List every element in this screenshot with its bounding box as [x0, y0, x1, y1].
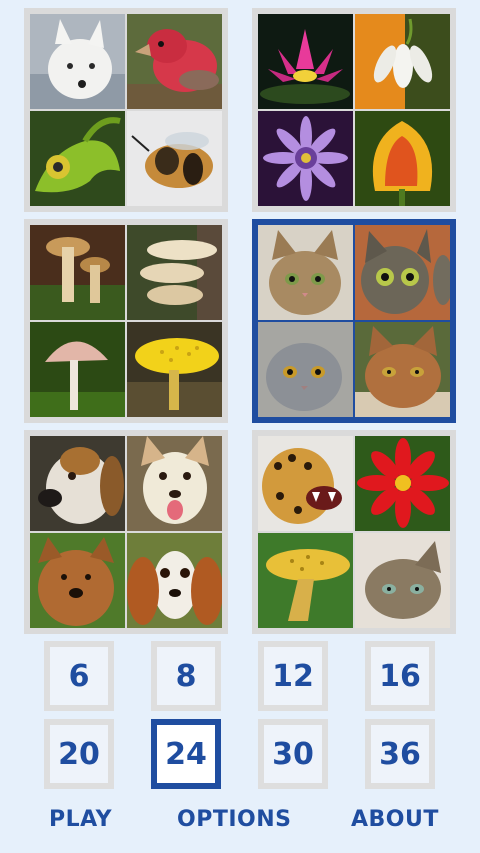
bee-photo [127, 111, 222, 206]
jaguar-photo [258, 436, 353, 531]
snowdrop-photo [355, 14, 450, 109]
play-link[interactable]: PLAY [49, 807, 112, 832]
card-count-16-button[interactable]: 16 [365, 641, 435, 711]
yellow-mushroom-photo [127, 322, 222, 417]
gray-cat-photo [258, 322, 353, 417]
terrier-photo [30, 533, 125, 628]
ginger-cat-photo [355, 322, 450, 417]
tabby-cat-photo [355, 533, 450, 628]
water-lily-photo [258, 14, 353, 109]
arctic-fox-photo [30, 14, 125, 109]
image-set-dogs[interactable] [24, 430, 228, 634]
brown-mushrooms-photo [30, 225, 125, 320]
image-set-flowers[interactable] [252, 8, 456, 212]
red-dahlia-photo [355, 436, 450, 531]
options-link[interactable]: OPTIONS [177, 807, 291, 832]
white-dog-photo [127, 436, 222, 531]
about-link[interactable]: ABOUT [351, 807, 439, 832]
pink-mushroom-photo [30, 322, 125, 417]
card-count-30-button[interactable]: 30 [258, 719, 328, 789]
yellow-mushroom-photo [258, 533, 353, 628]
card-count-8-button[interactable]: 8 [151, 641, 221, 711]
image-set-mixed[interactable] [252, 430, 456, 634]
tabby-kitten-photo [258, 225, 353, 320]
daisy-photo [258, 111, 353, 206]
oyster-mushroom-photo [127, 225, 222, 320]
card-count-24-button[interactable]: 24 [151, 719, 221, 789]
tulip-photo [355, 111, 450, 206]
beagle-photo [30, 436, 125, 531]
card-count-6-button[interactable]: 6 [44, 641, 114, 711]
card-count-12-button[interactable]: 12 [258, 641, 328, 711]
house-finch-photo [127, 14, 222, 109]
image-set-cats[interactable] [252, 219, 456, 423]
peeking-cat-photo [355, 225, 450, 320]
chameleon-photo [30, 111, 125, 206]
image-set-wildlife[interactable] [24, 8, 228, 212]
image-set-mushrooms[interactable] [24, 219, 228, 423]
card-count-36-button[interactable]: 36 [365, 719, 435, 789]
spaniel-photo [127, 533, 222, 628]
card-count-20-button[interactable]: 20 [44, 719, 114, 789]
